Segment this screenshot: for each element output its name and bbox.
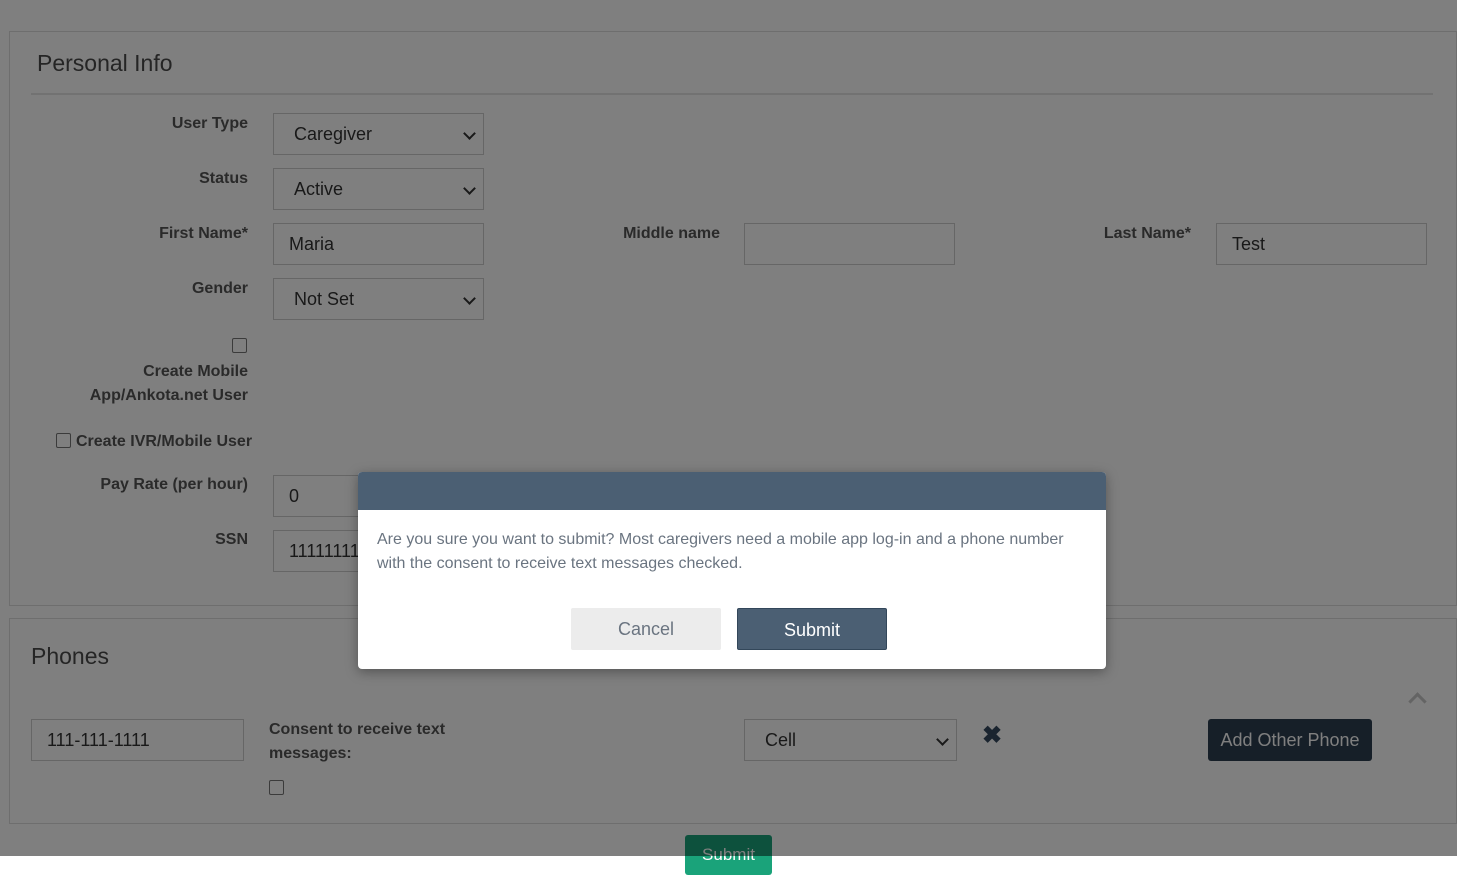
submit-button[interactable]: Submit <box>737 608 887 650</box>
dialog-message: Are you sure you want to submit? Most ca… <box>377 531 1064 572</box>
cancel-button[interactable]: Cancel <box>571 608 721 650</box>
confirm-dialog: Are you sure you want to submit? Most ca… <box>358 472 1106 669</box>
modal-backdrop[interactable] <box>0 0 1457 856</box>
dialog-header <box>358 472 1106 510</box>
